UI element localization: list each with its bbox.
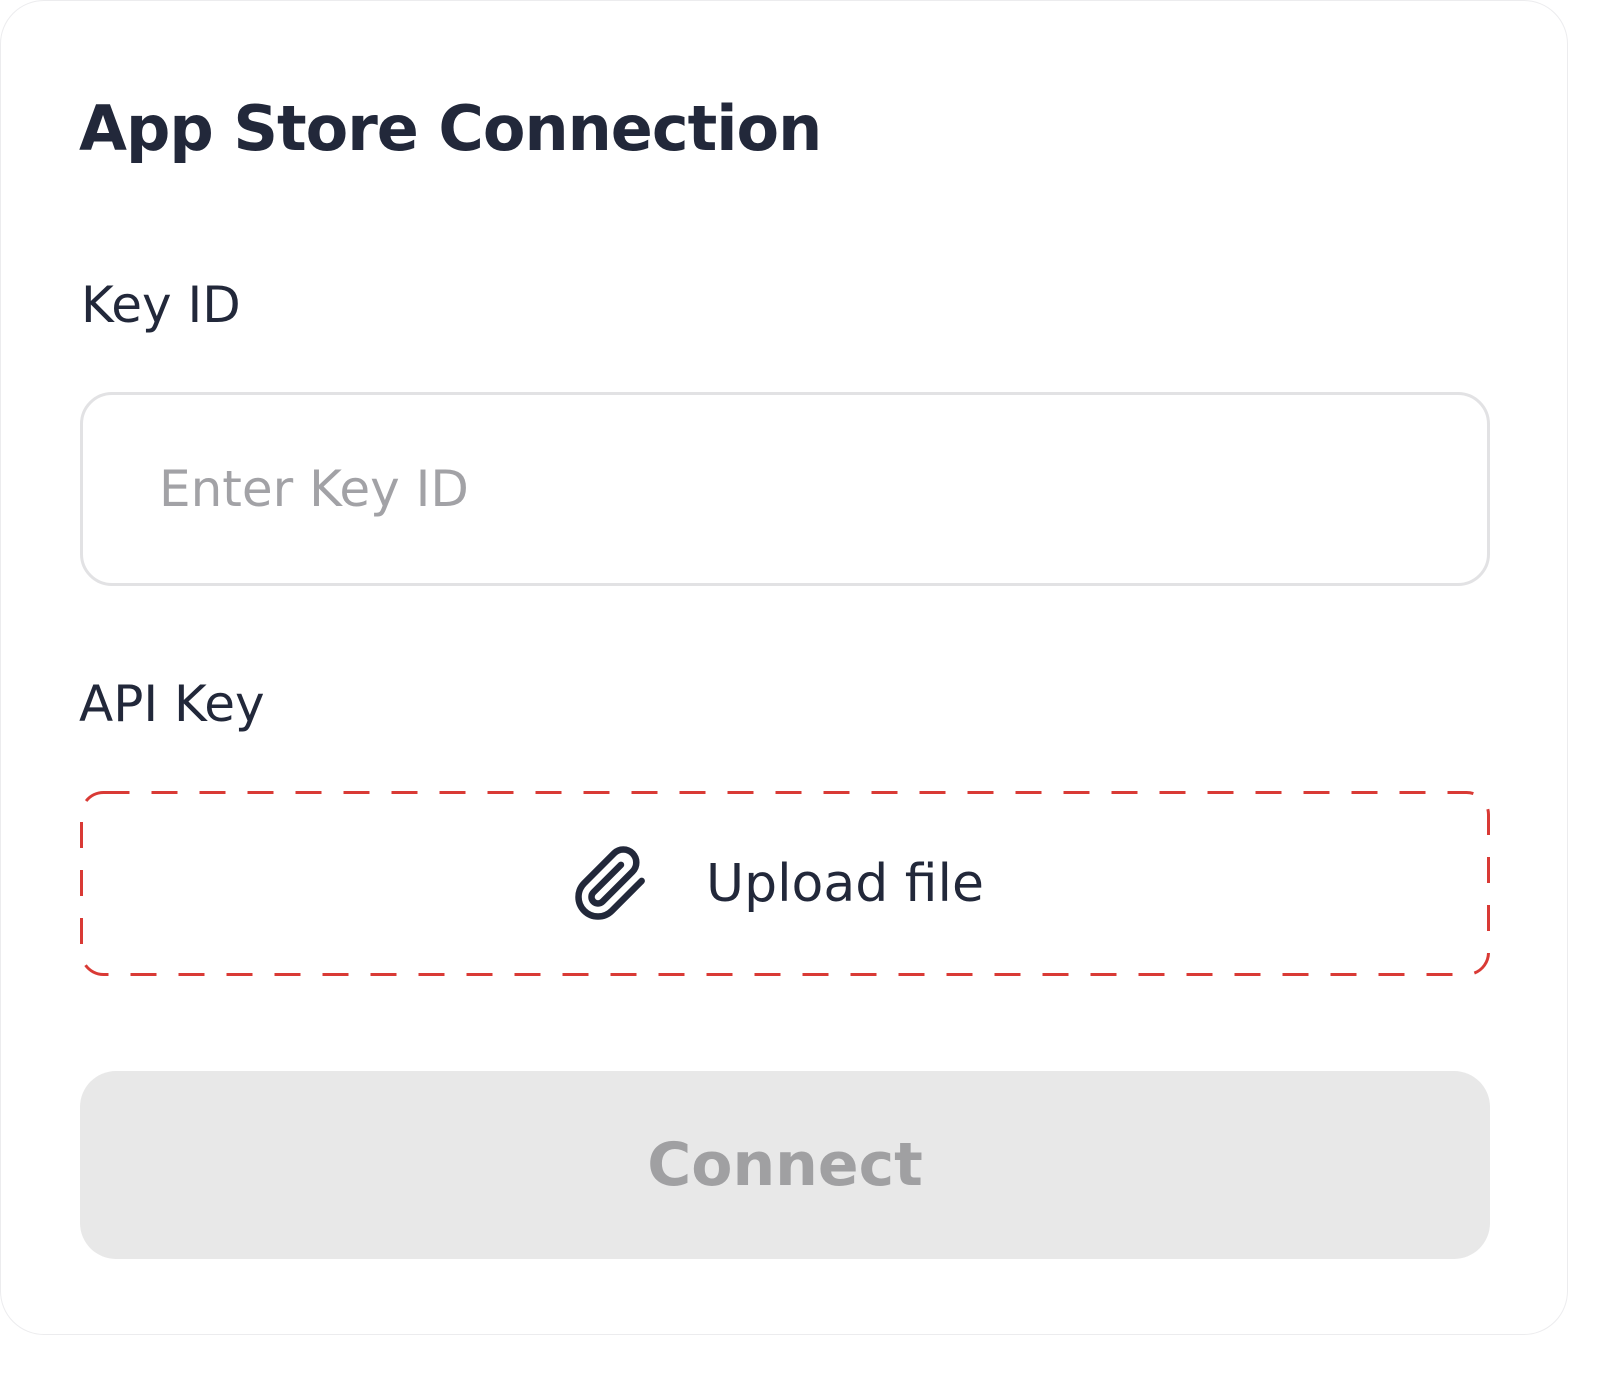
connect-button[interactable]: Connect [80,1071,1490,1259]
api-key-upload-dropzone[interactable]: Upload file [80,791,1490,976]
key-id-input[interactable] [80,392,1490,586]
app-store-connection-card: App Store Connection Key ID API Key Uplo… [0,0,1568,1335]
upload-content: Upload file [80,791,1490,976]
paperclip-icon [572,845,650,923]
dialog-title: App Store Connection [79,92,822,165]
key-id-label: Key ID [81,276,241,334]
api-key-label: API Key [79,675,265,733]
upload-file-label: Upload file [706,853,984,914]
